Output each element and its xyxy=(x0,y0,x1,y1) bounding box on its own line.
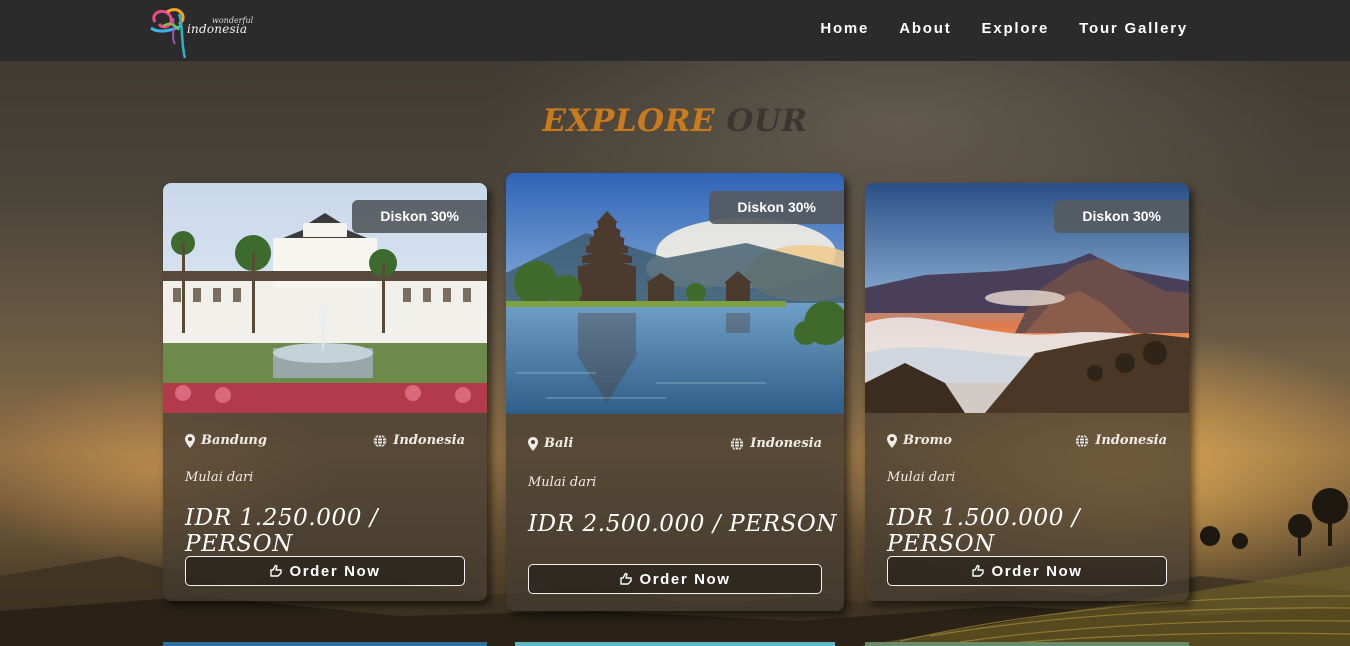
order-now-button[interactable]: Order Now xyxy=(887,556,1167,586)
globe-icon xyxy=(374,433,387,448)
nav-link-about[interactable]: About xyxy=(899,20,951,37)
card-meta: Bali Indonesia xyxy=(528,436,822,451)
nav-link-explore[interactable]: Explore xyxy=(982,20,1050,37)
hand-pointer-icon xyxy=(620,572,633,585)
order-now-label: Order Now xyxy=(289,562,381,580)
price-text: IDR 2.500.000 / PERSON xyxy=(528,511,838,537)
map-pin-icon xyxy=(887,433,897,448)
hand-pointer-icon xyxy=(972,564,985,577)
country-label: Indonesia xyxy=(373,433,465,448)
location-name: Bandung xyxy=(201,433,267,448)
discount-badge: Diskon 30% xyxy=(1054,200,1189,233)
map-pin-icon xyxy=(185,433,195,448)
tour-image-bandung: Diskon 30% xyxy=(163,183,487,413)
next-card-preview xyxy=(515,642,835,646)
starting-price-label: Mulai dari xyxy=(185,470,254,485)
location-name: Bali xyxy=(544,436,574,451)
location-label: Bromo xyxy=(887,433,952,448)
discount-badge: Diskon 30% xyxy=(352,200,487,233)
location-label: Bandung xyxy=(185,433,267,448)
section-title-rest: OUR xyxy=(726,103,808,139)
price-text: IDR 1.500.000 / PERSON xyxy=(887,505,1081,557)
globe-icon xyxy=(1076,433,1089,448)
order-now-label: Order Now xyxy=(639,570,731,588)
country-name: Indonesia xyxy=(393,433,465,448)
order-now-button[interactable]: Order Now xyxy=(528,564,822,594)
card-meta: Bromo Indonesia xyxy=(887,433,1167,448)
logo-wordmark: indonesia xyxy=(187,22,248,36)
starting-price-label: Mulai dari xyxy=(887,470,956,485)
price-text: IDR 1.250.000 / PERSON xyxy=(185,505,379,557)
brand-logo[interactable]: wonderful indonesia xyxy=(145,4,255,60)
section-title-highlight: EXPLORE xyxy=(542,103,716,139)
map-pin-icon xyxy=(528,436,538,451)
tour-card-bandung: Diskon 30% Bandung Indonesia Mulai dari … xyxy=(163,183,487,601)
next-card-preview xyxy=(163,642,487,646)
tour-card-bromo: Diskon 30% Bromo Indonesia Mulai dari ID… xyxy=(865,183,1189,601)
country-label: Indonesia xyxy=(730,436,822,451)
starting-price-label: Mulai dari xyxy=(528,475,597,490)
globe-icon xyxy=(731,436,744,451)
section-title: EXPLORE OUR xyxy=(0,103,1350,139)
main-navigation: Home About Explore Tour Gallery xyxy=(820,20,1188,37)
country-name: Indonesia xyxy=(1095,433,1167,448)
order-now-label: Order Now xyxy=(991,562,1083,580)
hand-pointer-icon xyxy=(270,564,283,577)
nav-link-tour-gallery[interactable]: Tour Gallery xyxy=(1079,20,1188,37)
discount-badge: Diskon 30% xyxy=(709,191,844,224)
next-card-preview xyxy=(865,642,1189,646)
card-meta: Bandung Indonesia xyxy=(185,433,465,448)
tour-card-bali: Diskon 30% Bali Indonesia Mulai dari IDR… xyxy=(506,173,844,611)
tour-image-bromo: Diskon 30% xyxy=(865,183,1189,413)
nav-link-home[interactable]: Home xyxy=(820,20,869,37)
country-name: Indonesia xyxy=(750,436,822,451)
tour-image-bali: Diskon 30% xyxy=(506,173,844,414)
navbar: wonderful indonesia Home About Explore T… xyxy=(0,0,1350,61)
location-name: Bromo xyxy=(903,433,952,448)
location-label: Bali xyxy=(528,436,573,451)
country-label: Indonesia xyxy=(1075,433,1167,448)
order-now-button[interactable]: Order Now xyxy=(185,556,465,586)
